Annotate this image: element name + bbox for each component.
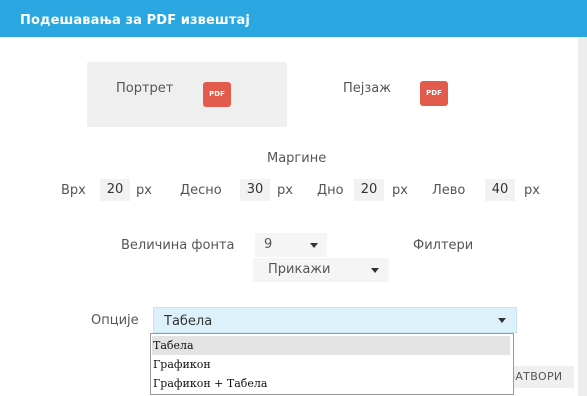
font-size-value: 9: [264, 237, 273, 252]
margin-top-label: Врх: [61, 183, 86, 198]
filters-value: Прикажи: [268, 262, 331, 277]
close-button-label: ЗАТВОРИ: [514, 370, 563, 383]
dropdown-option-chart-table[interactable]: Графикон + Табела: [152, 374, 510, 393]
dropdown-option-chart[interactable]: Графикон: [152, 355, 510, 374]
pdf-landscape-icon[interactable]: PDF: [420, 81, 448, 106]
margin-right-label: Десно: [180, 183, 222, 198]
margin-right-input[interactable]: 30: [240, 179, 270, 201]
options-label: Опције: [91, 313, 139, 328]
margin-right-unit: px: [277, 183, 293, 198]
margin-bottom-input[interactable]: 20: [354, 179, 384, 201]
pdf-settings-dialog: Подешавања за PDF извештај Портрет PDF П…: [0, 0, 587, 396]
landscape-label: Пејзаж: [343, 81, 391, 96]
dropdown-option-table[interactable]: Табела: [152, 336, 510, 355]
portrait-label: Портрет: [116, 81, 174, 96]
margins-title: Маргине: [267, 151, 327, 166]
chevron-down-icon: [371, 268, 379, 273]
margin-bottom-unit: px: [392, 183, 408, 198]
filters-select[interactable]: Прикажи: [253, 258, 389, 282]
margin-top-unit: px: [136, 183, 152, 198]
chevron-down-icon: [310, 243, 318, 248]
filters-label: Филтери: [413, 238, 474, 253]
dialog-edge-strip: [578, 37, 587, 396]
margin-left-label: Лево: [432, 183, 466, 198]
margin-left-unit: px: [524, 183, 540, 198]
pdf-portrait-icon[interactable]: PDF: [203, 82, 231, 107]
font-size-label: Величина фонта: [121, 238, 235, 253]
dialog-header: Подешавања за PDF извештај: [0, 0, 587, 37]
options-select[interactable]: Табела: [153, 307, 517, 333]
close-button[interactable]: ЗАТВОРИ: [514, 366, 574, 388]
options-dropdown-list: Табела Графикон Графикон + Табела: [150, 333, 514, 395]
font-size-select[interactable]: 9: [255, 233, 327, 257]
margin-left-input[interactable]: 40: [485, 179, 515, 201]
margin-bottom-label: Дно: [317, 183, 344, 198]
dialog-title: Подешавања за PDF извештај: [20, 13, 250, 28]
margin-top-input[interactable]: 20: [100, 179, 130, 201]
options-selected-value: Табела: [164, 314, 213, 329]
chevron-down-icon: [498, 318, 506, 323]
